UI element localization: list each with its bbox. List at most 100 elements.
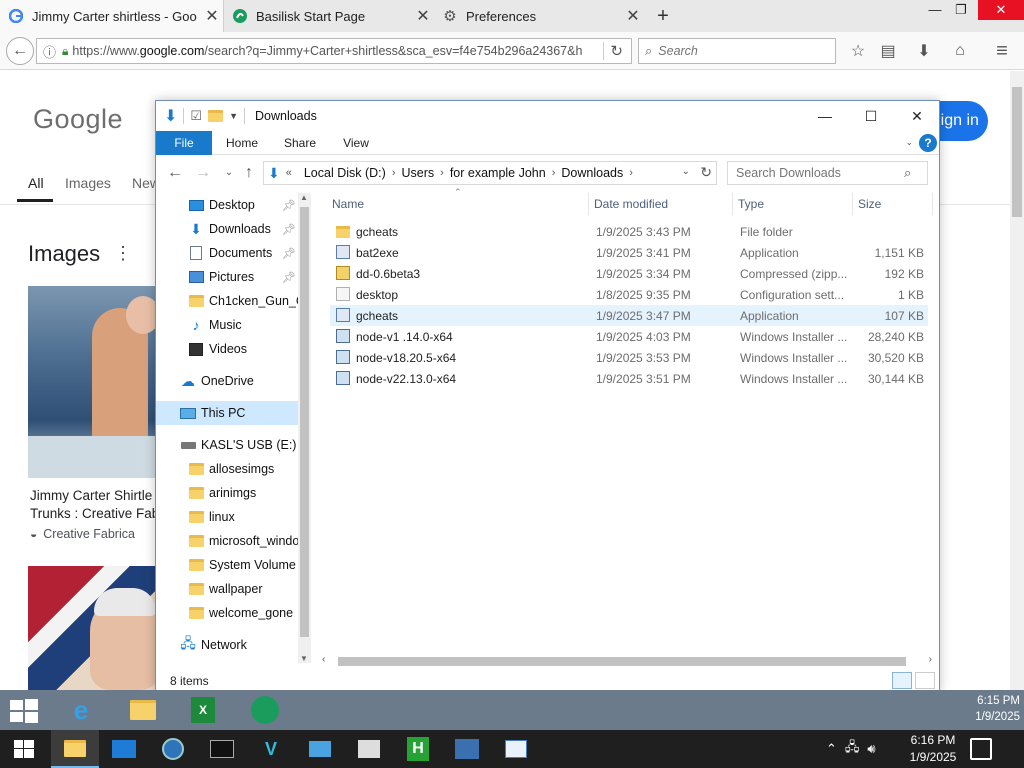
properties-icon[interactable]: ☑ [190,108,202,124]
menu-icon[interactable]: ≡ [990,39,1014,63]
nav-pane-scrollbar[interactable]: ▲ ▼ [298,193,311,663]
remote-clock[interactable]: 6:15 PM 1/9/2025 [940,693,1020,725]
crumb-user[interactable]: for example John [450,166,546,180]
search-bar[interactable]: ⌕ [638,38,836,64]
new-folder-icon[interactable] [208,110,224,122]
explorer-search-input[interactable] [736,166,904,180]
ribbon-tab-share[interactable]: Share [276,131,324,155]
h-app-icon[interactable]: H [394,730,442,768]
nav-item[interactable]: linux [156,505,298,529]
close-tab-icon[interactable]: ✕ [201,6,223,26]
mail-icon[interactable] [100,730,148,768]
nav-item[interactable]: ♪ Music [156,313,298,337]
nav-item[interactable]: ⬇ Downloads 📌︎ [156,217,298,241]
crumb-downloads[interactable]: Downloads [561,166,623,180]
nav-item[interactable]: 🖧︎ Network [156,633,298,657]
column-date-modified[interactable]: Date modified [594,197,668,211]
home-icon[interactable]: ⌂ [948,39,972,63]
nav-item[interactable]: welcome_gone [156,601,298,625]
paint-icon[interactable] [345,730,393,768]
pin-icon[interactable]: 📌︎ [282,223,296,236]
tab-all[interactable]: All [28,175,44,191]
file-row[interactable]: desktop 1/8/2025 9:35 PM Configuration set… [330,284,928,305]
forward-icon[interactable]: → [192,162,214,184]
horizontal-scrollbar[interactable]: ‹ › [316,653,938,669]
file-row[interactable]: node-v18.20.5-x64 1/9/2025 3:53 PM Windows… [330,347,928,368]
url-text[interactable]: https://www.google.com/search?q=Jimmy+Ca… [72,44,597,58]
close-tab-icon[interactable]: ✕ [622,6,644,26]
file-row[interactable]: gcheats 1/9/2025 3:43 PM File folder [330,221,928,242]
overflow-crumb[interactable]: « [286,167,292,179]
help-icon[interactable]: ? [919,134,937,152]
nav-item[interactable]: Videos [156,337,298,361]
explorer-search-box[interactable]: ⌕ [727,161,928,185]
terminal-icon[interactable] [198,730,246,768]
close-tab-icon[interactable]: ✕ [412,6,434,26]
back-icon[interactable]: ← [164,162,186,184]
vpn-icon[interactable]: V [247,730,295,768]
keyboard-app-icon[interactable] [443,730,491,768]
url-bar[interactable]: ⓘ 🔒︎ https://www.google.com/search?q=Jim… [36,38,632,64]
up-icon[interactable]: ↑ [238,162,260,184]
basilisk-icon[interactable] [248,694,282,726]
page-scrollbar[interactable] [1010,71,1024,690]
back-icon[interactable]: ← [6,37,34,65]
reload-icon[interactable]: ↻ [610,42,623,60]
ribbon-tab-view[interactable]: View [332,131,380,155]
crumb-local-disk[interactable]: Local Disk (D:) [304,166,386,180]
browser-globe-icon[interactable] [149,730,197,768]
nav-item[interactable]: Documents 📌︎ [156,241,298,265]
search-input[interactable] [658,44,819,58]
close-window-button[interactable]: ✕ [978,0,1024,20]
result-source[interactable]: ◒ Creative Fabrica [30,527,135,541]
chevron-right-icon[interactable]: › [440,167,444,179]
ribbon-tab-file[interactable]: File [156,131,212,155]
minimize-button[interactable]: — [802,101,848,131]
nav-item[interactable]: Pictures 📌︎ [156,265,298,289]
window-app-icon[interactable] [492,730,540,768]
tab-preferences[interactable]: ⚙ Preferences ✕ [434,0,644,32]
info-icon[interactable]: ⓘ [43,42,56,61]
crumb-users[interactable]: Users [402,166,435,180]
more-options-icon[interactable]: ⋮ [114,243,132,264]
downloads-arrow-icon[interactable]: ⬇ [912,39,936,63]
file-row[interactable]: bat2exe 1/9/2025 3:41 PM Application 1,151 … [330,242,928,263]
tab-images[interactable]: Images [65,175,111,191]
notification-icon[interactable] [970,738,992,760]
large-icons-view-button[interactable] [915,672,935,689]
chevron-right-icon[interactable]: › [552,167,556,179]
pin-icon[interactable]: 📌︎ [282,199,296,212]
file-row[interactable]: node-v1 .14.0-x64 1/9/2025 4:03 PM Windows… [330,326,928,347]
file-row[interactable]: dd-0.6beta3 1/9/2025 3:34 PM Compressed (z… [330,263,928,284]
nav-item[interactable]: arinimgs [156,481,298,505]
google-logo[interactable]: Google [33,104,123,135]
bookmark-star-icon[interactable]: ☆ [846,39,870,63]
nav-item[interactable]: This PC [156,401,298,425]
close-button[interactable]: ✕ [894,101,940,131]
result-image[interactable] [28,286,160,478]
chevron-right-icon[interactable]: › [392,167,396,179]
column-type[interactable]: Type [738,197,764,211]
chevron-up-icon[interactable]: ⌃ [826,741,837,757]
nav-item[interactable]: Ch1cken_Gun_C [156,289,298,313]
chevron-right-icon[interactable]: › [629,167,633,179]
nav-item[interactable]: KASL'S USB (E:) [156,433,298,457]
expand-ribbon-icon[interactable]: ⌄ [905,137,913,148]
nav-item[interactable]: Desktop 📌︎ [156,193,298,217]
tab-basilisk-start[interactable]: Basilisk Start Page ✕ [224,0,434,32]
reading-list-icon[interactable]: ▤ [876,39,900,63]
excel-icon[interactable]: X [186,694,220,726]
internet-explorer-icon[interactable]: e [64,694,98,726]
refresh-icon[interactable]: ↻ [700,164,712,181]
remote-desktop-icon[interactable] [296,730,344,768]
restore-button[interactable]: ❐ [946,0,976,20]
address-bar[interactable]: ⬇ « Local Disk (D:) › Users › for exampl… [263,161,717,185]
new-tab-button[interactable]: + [652,5,674,28]
column-name[interactable]: Name [332,197,364,211]
network-icon[interactable]: 🖧︎ [845,738,860,760]
volume-icon[interactable]: 🔊︎ [867,741,875,757]
maximize-button[interactable]: ☐ [848,101,894,131]
ribbon-tab-home[interactable]: Home [218,131,266,155]
column-size[interactable]: Size [858,197,881,211]
nav-item[interactable]: allosesimgs [156,457,298,481]
